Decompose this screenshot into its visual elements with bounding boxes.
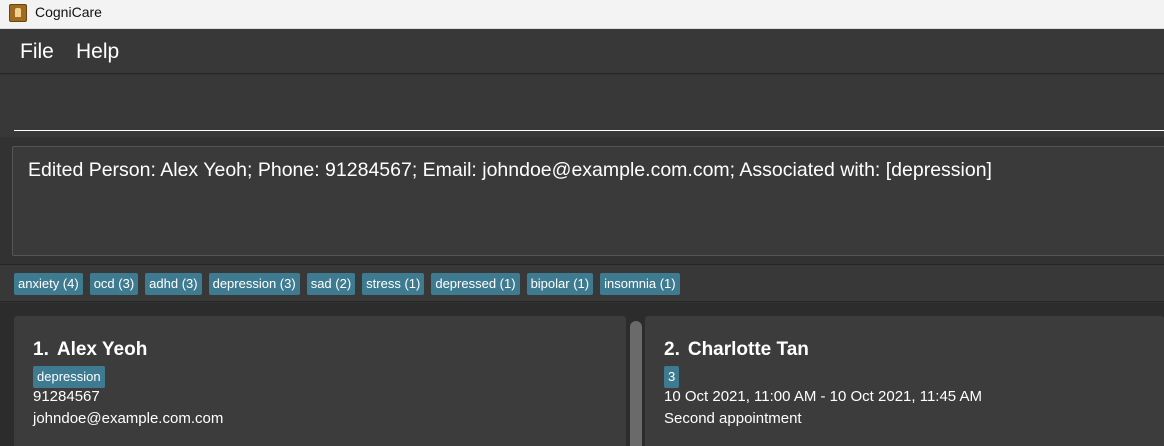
tag-insomnia: insomnia (1) [600, 273, 680, 295]
person-index: 1. [33, 339, 49, 360]
list-scrollbar[interactable] [630, 321, 642, 446]
tag-ocd: ocd (3) [89, 273, 139, 295]
appointment-tag: 3 [664, 366, 680, 388]
appointment-name: Charlotte Tan [687, 339, 809, 360]
title-bar: CogniCare [0, 0, 1164, 29]
tag-depressed: depressed (1) [431, 273, 520, 295]
tag-sad: sad (2) [306, 273, 356, 295]
person-email: johndoe@example.com.com [33, 410, 224, 427]
tag-adhd: adhd (3) [145, 273, 202, 295]
result-display: Edited Person: Alex Yeoh; Phone: 9128456… [12, 146, 1164, 256]
appointment-index: 2. [664, 339, 680, 360]
tag-summary-bar: anxiety (4) ocd (3) adhd (3) depression … [0, 264, 1164, 302]
tag-stress: stress (1) [362, 273, 425, 295]
tag-bipolar: bipolar (1) [526, 273, 594, 295]
appointment-time: 10 Oct 2021, 11:00 AM - 10 Oct 2021, 11:… [664, 388, 982, 405]
command-box [0, 75, 1164, 137]
app-logo-icon [9, 4, 27, 22]
person-card[interactable]: 1. Alex Yeoh depression 91284567 johndoe@… [14, 316, 626, 446]
person-tag: depression [33, 366, 105, 388]
person-name-heading: 1. Alex Yeoh [33, 339, 147, 361]
menu-bar: File Help [0, 29, 1164, 74]
person-name: Alex Yeoh [56, 339, 148, 360]
command-input[interactable] [14, 75, 1164, 131]
tag-depression: depression (3) [208, 273, 300, 295]
appointment-description: Second appointment [664, 410, 802, 427]
window-title: CogniCare [35, 4, 102, 20]
tag-list: anxiety (4) ocd (3) adhd (3) depression … [14, 273, 680, 295]
appointment-card[interactable]: 2. Charlotte Tan 3 10 Oct 2021, 11:00 AM … [645, 316, 1164, 446]
person-phone: 91284567 [33, 388, 100, 405]
result-message: Edited Person: Alex Yeoh; Phone: 9128456… [28, 159, 992, 181]
tag-anxiety: anxiety (4) [14, 273, 83, 295]
menu-help[interactable]: Help [76, 40, 119, 64]
appointment-name-heading: 2. Charlotte Tan [664, 339, 809, 361]
menu-file[interactable]: File [20, 40, 54, 64]
list-panels: 1. Alex Yeoh depression 91284567 johndoe@… [0, 303, 1164, 446]
